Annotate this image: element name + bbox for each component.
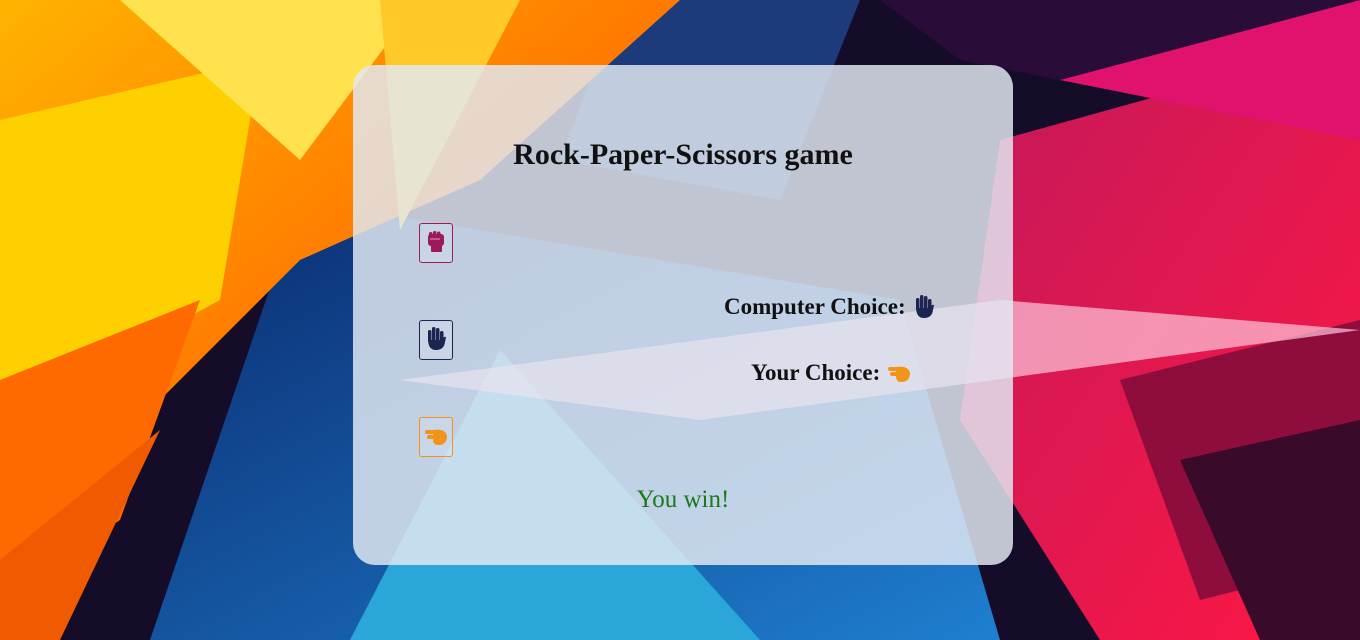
pointing-hand-icon — [886, 362, 912, 384]
page-title: Rock-Paper-Scissors game — [513, 138, 853, 171]
raised-hand-icon — [912, 294, 936, 320]
rock-button[interactable] — [419, 223, 453, 263]
game-result: You win! — [636, 486, 730, 513]
paper-button[interactable] — [419, 320, 453, 360]
fist-icon — [425, 230, 447, 257]
game-card: Rock-Paper-Scissors game Computer Choice… — [353, 65, 1013, 565]
raised-hand-icon — [424, 326, 448, 355]
computer-choice-label: Computer Choice: — [724, 294, 906, 319]
scissors-button[interactable] — [419, 417, 453, 457]
your-choice-label: Your Choice: — [751, 360, 881, 385]
pointing-hand-icon — [423, 425, 449, 450]
computer-choice: Computer Choice: — [724, 292, 936, 322]
your-choice: Your Choice: — [751, 358, 912, 388]
